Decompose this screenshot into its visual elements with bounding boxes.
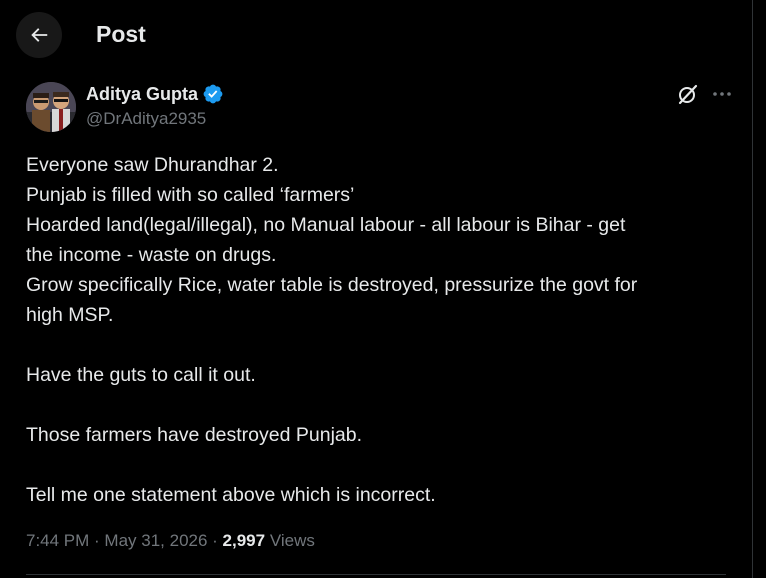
post-time[interactable]: 7:44 PM bbox=[26, 531, 89, 550]
post-date[interactable]: May 31, 2026 bbox=[104, 531, 207, 550]
views-label: Views bbox=[269, 531, 315, 550]
post-page: Post Aditya Gupta @DrAditya2935 Everyone… bbox=[0, 0, 753, 578]
tweet-line: Everyone saw Dhurandhar 2. bbox=[26, 154, 279, 176]
author-handle[interactable]: @DrAditya2935 bbox=[86, 108, 206, 130]
back-button[interactable] bbox=[16, 12, 62, 58]
meta-separator: · bbox=[207, 531, 223, 550]
author-name-text: Aditya Gupta bbox=[86, 84, 199, 104]
grok-button[interactable] bbox=[676, 82, 700, 106]
tweet-line: Grow specifically Rice, water table is d… bbox=[26, 274, 638, 296]
more-options-button[interactable] bbox=[708, 82, 736, 106]
grok-icon bbox=[678, 84, 698, 105]
verified-badge-icon[interactable] bbox=[202, 83, 224, 105]
tweet-line: Tell me one statement above which is inc… bbox=[26, 484, 436, 506]
divider bbox=[26, 574, 726, 575]
views-count[interactable]: 2,997 bbox=[223, 531, 266, 550]
tweet-line: the income - waste on drugs. bbox=[26, 244, 277, 266]
tweet-line: Punjab is filled with so called ‘farmers… bbox=[26, 184, 355, 206]
avatar[interactable] bbox=[26, 82, 76, 132]
tweet-line: Those farmers have destroyed Punjab. bbox=[26, 424, 363, 446]
tweet-text: Everyone saw Dhurandhar 2. Punjab is fil… bbox=[26, 150, 726, 510]
avatar-image bbox=[26, 82, 76, 132]
more-dots-icon bbox=[713, 92, 731, 96]
arrow-left-icon bbox=[31, 28, 48, 42]
page-title: Post bbox=[96, 21, 146, 47]
author-name[interactable]: Aditya Gupta bbox=[86, 83, 224, 105]
post-metadata: 7:44 PM · May 31, 2026 · 2,997 Views bbox=[26, 529, 315, 553]
tweet-line: Hoarded land(legal/illegal), no Manual l… bbox=[26, 214, 626, 236]
meta-separator: · bbox=[89, 531, 105, 550]
post-header: Post bbox=[0, 0, 753, 68]
tweet-line: Have the guts to call it out. bbox=[26, 364, 256, 386]
tweet-line: high MSP. bbox=[26, 304, 114, 326]
